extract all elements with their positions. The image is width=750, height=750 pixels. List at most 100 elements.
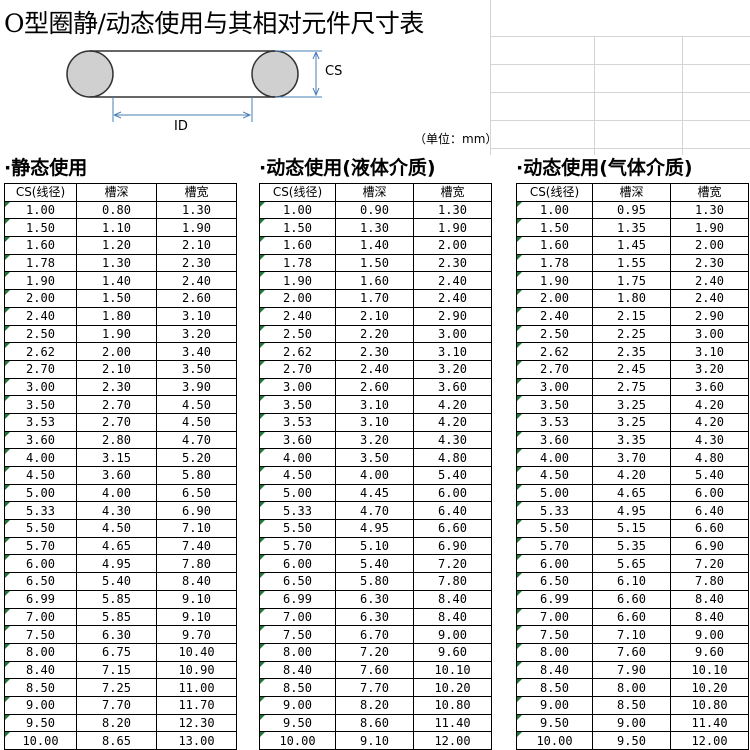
cs-cell[interactable]: 9.50 (259, 713, 336, 733)
cs-cell[interactable]: 4.00 (259, 448, 336, 467)
groove-width-cell[interactable]: 11.70 (156, 695, 237, 715)
groove-width-cell[interactable]: 6.50 (156, 483, 237, 503)
groove-width-cell[interactable]: 10.80 (413, 695, 492, 715)
groove-width-cell[interactable]: 1.30 (413, 200, 492, 220)
groove-depth-cell[interactable]: 1.30 (335, 218, 414, 238)
cs-cell[interactable]: 9.50 (4, 713, 77, 733)
cs-cell[interactable]: 7.50 (516, 625, 593, 644)
groove-width-cell[interactable]: 9.70 (156, 625, 237, 644)
groove-depth-cell[interactable]: 4.95 (335, 519, 414, 538)
cs-cell[interactable]: 5.50 (516, 519, 593, 538)
groove-width-cell[interactable]: 8.40 (413, 607, 492, 627)
cs-cell[interactable]: 1.60 (259, 236, 336, 255)
cs-cell[interactable]: 1.50 (4, 218, 77, 238)
groove-width-cell[interactable]: 2.40 (413, 289, 492, 308)
groove-width-cell[interactable]: 3.20 (670, 359, 749, 379)
cs-cell[interactable]: 3.53 (259, 412, 336, 432)
groove-width-cell[interactable]: 1.90 (413, 218, 492, 238)
cs-cell[interactable]: 1.90 (4, 271, 77, 291)
groove-width-cell[interactable]: 3.10 (413, 342, 492, 361)
groove-width-cell[interactable]: 4.80 (670, 448, 749, 467)
groove-width-cell[interactable]: 2.40 (156, 271, 237, 291)
groove-width-cell[interactable]: 6.40 (670, 501, 749, 521)
cs-cell[interactable]: 3.50 (259, 395, 336, 414)
groove-depth-cell[interactable]: 2.35 (592, 342, 671, 361)
groove-depth-cell[interactable]: 2.70 (76, 412, 157, 432)
groove-depth-cell[interactable]: 2.70 (76, 395, 157, 414)
cs-cell[interactable]: 3.00 (516, 377, 593, 397)
groove-depth-cell[interactable]: 7.25 (76, 678, 157, 697)
cs-cell[interactable]: 3.50 (4, 395, 77, 414)
groove-depth-cell[interactable]: 7.60 (335, 660, 414, 680)
cs-cell[interactable]: 9.00 (516, 695, 593, 715)
cs-cell[interactable]: 6.00 (259, 554, 336, 574)
groove-width-cell[interactable]: 11.40 (670, 713, 749, 733)
cs-cell[interactable]: 5.70 (516, 536, 593, 556)
groove-width-cell[interactable]: 7.80 (670, 572, 749, 591)
cs-cell[interactable]: 8.50 (4, 678, 77, 697)
groove-depth-cell[interactable]: 8.20 (335, 695, 414, 715)
cs-cell[interactable]: 3.60 (4, 430, 77, 450)
cs-cell[interactable]: 1.78 (4, 253, 77, 273)
groove-depth-cell[interactable]: 2.15 (592, 306, 671, 326)
groove-width-cell[interactable]: 5.40 (670, 466, 749, 485)
groove-width-cell[interactable]: 10.80 (670, 695, 749, 715)
groove-width-cell[interactable]: 7.80 (413, 572, 492, 591)
cs-cell[interactable]: 2.50 (516, 324, 593, 344)
groove-width-cell[interactable]: 2.40 (670, 271, 749, 291)
cs-cell[interactable]: 6.99 (516, 589, 593, 609)
groove-depth-cell[interactable]: 4.00 (335, 466, 414, 485)
groove-width-cell[interactable]: 3.00 (670, 324, 749, 344)
groove-width-cell[interactable]: 7.10 (156, 519, 237, 538)
groove-width-cell[interactable]: 10.20 (670, 678, 749, 697)
groove-depth-cell[interactable]: 3.70 (592, 448, 671, 467)
cs-cell[interactable]: 3.53 (4, 412, 77, 432)
cs-cell[interactable]: 3.50 (516, 395, 593, 414)
groove-depth-cell[interactable]: 3.10 (335, 412, 414, 432)
cs-cell[interactable]: 2.70 (259, 359, 336, 379)
groove-width-cell[interactable]: 1.30 (156, 200, 237, 220)
groove-width-cell[interactable]: 2.30 (156, 253, 237, 273)
groove-depth-cell[interactable]: 5.10 (335, 536, 414, 556)
groove-depth-cell[interactable]: 1.45 (592, 236, 671, 255)
groove-depth-cell[interactable]: 1.50 (76, 289, 157, 308)
groove-width-cell[interactable]: 4.80 (413, 448, 492, 467)
groove-depth-cell[interactable]: 5.80 (335, 572, 414, 591)
cs-cell[interactable]: 2.62 (516, 342, 593, 361)
groove-width-cell[interactable]: 3.50 (156, 359, 237, 379)
groove-width-cell[interactable]: 4.30 (670, 430, 749, 450)
cs-cell[interactable]: 1.78 (516, 253, 593, 273)
groove-width-cell[interactable]: 1.90 (670, 218, 749, 238)
groove-depth-cell[interactable]: 2.60 (335, 377, 414, 397)
groove-depth-cell[interactable]: 1.50 (335, 253, 414, 273)
cs-cell[interactable]: 10.00 (259, 731, 336, 750)
groove-depth-cell[interactable]: 8.65 (76, 731, 157, 750)
groove-width-cell[interactable]: 4.20 (670, 395, 749, 414)
groove-depth-cell[interactable]: 1.40 (335, 236, 414, 255)
groove-depth-cell[interactable]: 4.30 (76, 501, 157, 521)
cs-cell[interactable]: 5.50 (4, 519, 77, 538)
groove-depth-cell[interactable]: 3.60 (76, 466, 157, 485)
groove-depth-cell[interactable]: 2.80 (76, 430, 157, 450)
groove-width-cell[interactable]: 7.40 (156, 536, 237, 556)
groove-width-cell[interactable]: 3.60 (670, 377, 749, 397)
cs-cell[interactable]: 6.50 (4, 572, 77, 591)
cs-cell[interactable]: 3.00 (259, 377, 336, 397)
groove-depth-cell[interactable]: 7.60 (592, 642, 671, 662)
cs-cell[interactable]: 1.00 (259, 200, 336, 220)
cs-cell[interactable]: 1.00 (4, 200, 77, 220)
groove-depth-cell[interactable]: 1.55 (592, 253, 671, 273)
groove-depth-cell[interactable]: 7.70 (76, 695, 157, 715)
cs-cell[interactable]: 7.50 (259, 625, 336, 644)
groove-width-cell[interactable]: 7.20 (670, 554, 749, 574)
groove-width-cell[interactable]: 2.40 (670, 289, 749, 308)
groove-depth-cell[interactable]: 9.00 (592, 713, 671, 733)
groove-width-cell[interactable]: 2.90 (413, 306, 492, 326)
cs-cell[interactable]: 3.00 (4, 377, 77, 397)
groove-width-cell[interactable]: 13.00 (156, 731, 237, 750)
groove-depth-cell[interactable]: 6.60 (592, 589, 671, 609)
groove-width-cell[interactable]: 6.90 (156, 501, 237, 521)
groove-depth-cell[interactable]: 1.80 (592, 289, 671, 308)
groove-width-cell[interactable]: 3.10 (156, 306, 237, 326)
groove-depth-cell[interactable]: 5.15 (592, 519, 671, 538)
